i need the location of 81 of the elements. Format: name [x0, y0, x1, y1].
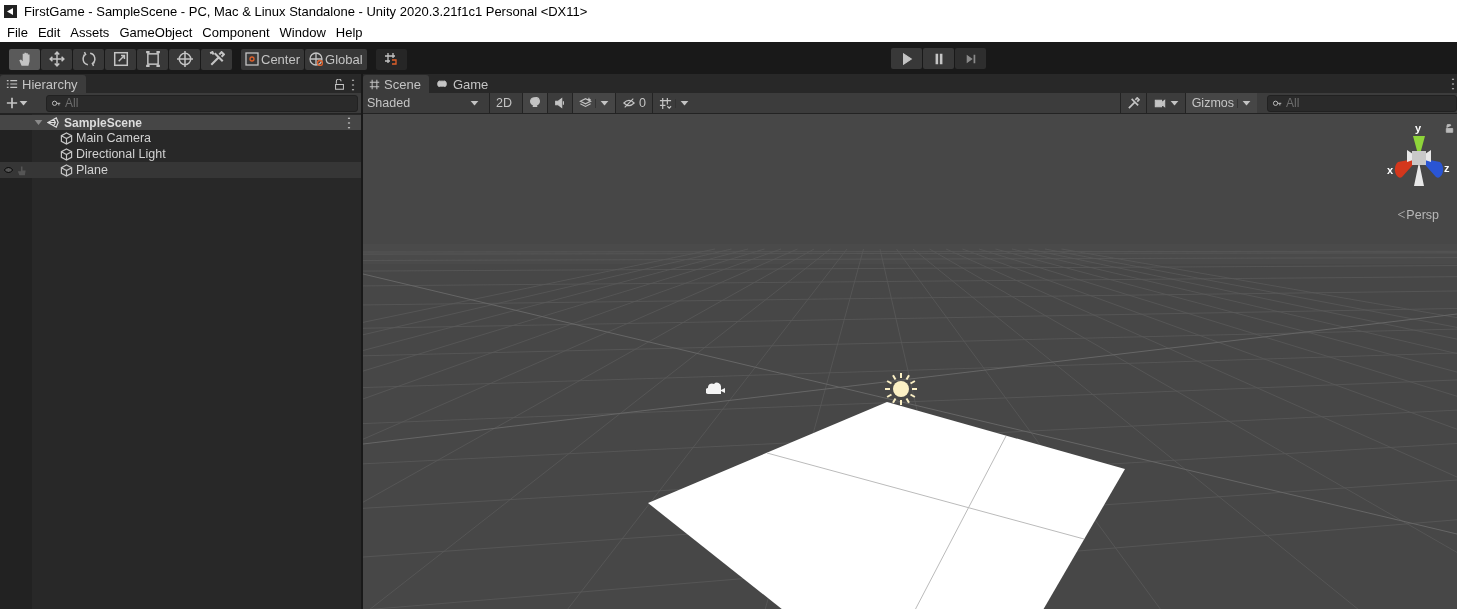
caret-icon — [19, 98, 28, 108]
eye-icon — [2, 165, 15, 175]
caret-icon — [600, 98, 609, 108]
chevron-left-icon — [1397, 210, 1407, 219]
caret-icon — [679, 98, 689, 108]
hierarchy-item[interactable]: Plane — [32, 162, 361, 178]
effects-dropdown[interactable] — [572, 93, 615, 113]
more-options-icon — [351, 79, 355, 91]
eye-slash-icon — [622, 97, 636, 109]
cube-icon — [60, 163, 73, 177]
more-options-icon — [1451, 78, 1455, 90]
menu-item[interactable]: Component — [197, 24, 275, 40]
cube-icon — [60, 131, 73, 145]
search-icon — [51, 98, 61, 109]
pivot-icon — [245, 52, 259, 66]
hand-tool-button[interactable] — [9, 48, 40, 70]
scene-row[interactable]: SampleScene — [0, 115, 361, 130]
move-arrows-tool-button[interactable] — [41, 48, 72, 70]
caret-icon — [470, 98, 479, 108]
app-logo-icon — [4, 4, 17, 18]
lighting-button[interactable] — [522, 93, 547, 113]
scene-tab[interactable]: Scene — [363, 75, 429, 93]
menu-item[interactable]: Edit — [32, 24, 66, 40]
caret-icon — [1169, 98, 1179, 108]
menu-item[interactable]: File — [2, 24, 33, 40]
menu-item[interactable]: Help — [330, 24, 368, 40]
grid-snap-icon — [384, 52, 399, 66]
scale-tool-button[interactable] — [105, 48, 136, 70]
cube-icon — [60, 147, 73, 161]
menu-item[interactable]: Assets — [65, 24, 115, 40]
more-options-icon — [347, 116, 351, 129]
grid-hash-icon — [369, 78, 380, 90]
rotate-icon — [80, 51, 97, 67]
hierarchy-tab[interactable]: Hierarchy — [0, 75, 86, 93]
pause-button[interactable] — [923, 48, 954, 69]
search-icon — [1272, 98, 1282, 109]
layers-icon — [579, 97, 592, 109]
rotate-tool-button[interactable] — [73, 48, 104, 70]
caret-icon — [1242, 98, 1251, 108]
expand-arrow-icon — [34, 118, 43, 127]
snap-button[interactable] — [375, 48, 407, 70]
hierarchy-item[interactable]: Directional Light — [32, 146, 361, 162]
camera-icon — [706, 381, 726, 395]
pivot-rotation-button[interactable]: Global — [305, 48, 367, 70]
transform-tool-button[interactable] — [169, 48, 200, 70]
hierarchy-search-field[interactable]: All — [46, 94, 358, 112]
rect-tool-icon — [144, 51, 161, 67]
scene-viewport[interactable]: y x z Persp — [363, 114, 1457, 609]
play-button[interactable] — [891, 48, 922, 69]
grid-hash-icon — [658, 96, 672, 110]
play-icon — [900, 52, 913, 65]
projection-label[interactable]: Persp — [1397, 208, 1439, 222]
light-bulb-icon — [529, 97, 541, 109]
lock-icon — [1445, 124, 1454, 133]
gizmos-dropdown[interactable]: Gizmos — [1184, 93, 1257, 113]
game-tab[interactable]: Game — [428, 75, 497, 93]
pivot-position-button[interactable]: Center — [241, 48, 305, 70]
step-button[interactable] — [955, 48, 986, 69]
sun-icon — [884, 372, 918, 406]
speaker-icon — [554, 97, 566, 109]
tools-icon — [1126, 96, 1140, 110]
rect-tool-tool-button[interactable] — [137, 48, 168, 70]
step-icon — [964, 52, 977, 65]
axis-gizmo-drawing: y x z — [1384, 122, 1454, 192]
window-title: FirstGame - SampleScene - PC, Mac & Linux Standalone - Unity 2020.3.21f1c1 Personal <DX11> — [24, 3, 588, 19]
transform-icon — [176, 51, 193, 67]
add-icon — [6, 97, 18, 109]
list-icon — [6, 78, 18, 90]
move-arrows-icon — [48, 51, 65, 67]
hand-icon — [16, 51, 33, 67]
scene-search-field[interactable]: All — [1267, 94, 1457, 112]
tools-tool-button[interactable] — [201, 48, 232, 70]
scale-icon — [112, 51, 129, 67]
lock-icon — [334, 79, 345, 90]
menu-item[interactable]: Window — [274, 24, 331, 40]
hierarchy-item[interactable]: Main Camera — [32, 130, 361, 146]
video-camera-icon — [1152, 97, 1167, 109]
globe-icon — [309, 52, 324, 66]
tools-icon — [208, 51, 225, 67]
hand-pointer-icon — [17, 164, 28, 176]
menu-item[interactable]: GameObject — [114, 24, 198, 40]
